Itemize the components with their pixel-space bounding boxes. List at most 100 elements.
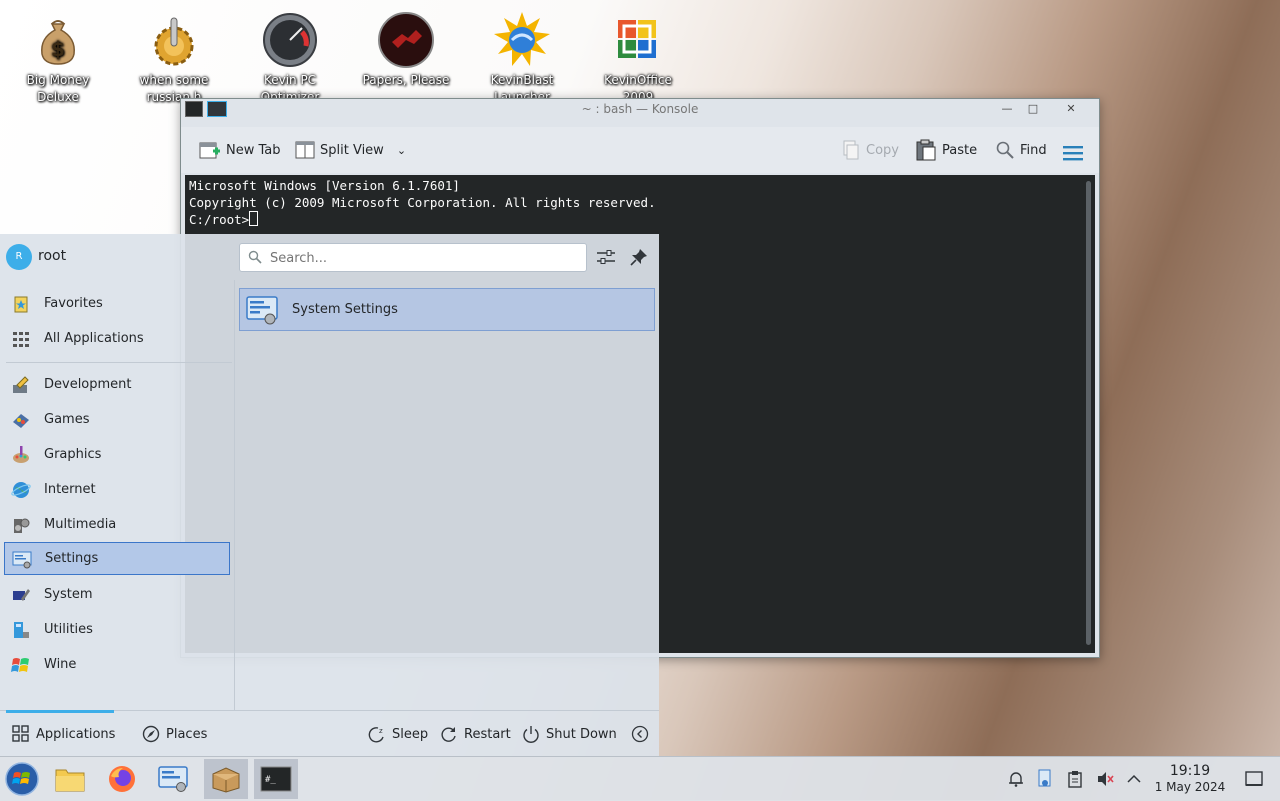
taskbar-system-settings[interactable] <box>152 759 196 799</box>
system-settings-icon <box>246 295 280 325</box>
paste-icon <box>916 139 936 161</box>
tab-places[interactable]: Places <box>142 725 207 743</box>
minimize-button[interactable]: — <box>993 100 1021 118</box>
active-tab-indicator <box>6 710 114 713</box>
sidebar-item-graphics[interactable]: Graphics <box>4 438 230 471</box>
internet-icon <box>10 479 32 501</box>
volume-muted-icon <box>1098 772 1114 786</box>
clock-time: 19:19 <box>1169 763 1211 779</box>
result-item-system-settings[interactable]: System Settings <box>239 288 655 331</box>
clipboard-icon <box>1068 771 1082 788</box>
desktop-icon-big-money[interactable]: $ Big Money Deluxe <box>8 8 108 106</box>
package-box-icon <box>212 767 240 793</box>
development-icon <box>10 374 32 396</box>
tray-expander[interactable] <box>1124 769 1144 789</box>
system-settings-icon <box>158 766 188 792</box>
taskbar-firefox[interactable] <box>100 759 144 799</box>
show-desktop-icon <box>1245 771 1263 786</box>
firefox-icon <box>109 766 135 792</box>
update-icon <box>1038 769 1051 787</box>
sidebar-item-games[interactable]: Games <box>4 403 230 436</box>
pin-icon[interactable] <box>630 248 648 266</box>
search-input[interactable] <box>268 248 572 268</box>
desktop-icon-russian[interactable]: when some russian h <box>124 8 224 106</box>
close-button[interactable]: ✕ <box>1057 100 1085 118</box>
settings-icon <box>11 548 33 570</box>
sleep-button[interactable]: z Sleep <box>368 725 428 743</box>
favorites-icon <box>10 293 32 315</box>
tray-volume[interactable] <box>1095 769 1115 789</box>
terminal-prompt-line: C:/root> <box>189 211 1091 228</box>
avatar[interactable]: R <box>6 244 32 270</box>
terminal-line: Microsoft Windows [Version 6.1.7601] <box>189 178 460 193</box>
hamburger-menu-icon <box>1063 146 1083 161</box>
desktop-icon-papers-please[interactable]: Papers, Please <box>356 8 456 89</box>
show-desktop-button[interactable] <box>1244 769 1264 789</box>
copy-button[interactable]: Copy <box>841 139 899 161</box>
konsole-toolbar: New Tab Split View ⌄ Copy Paste Find <box>181 127 1099 173</box>
hamburger-menu-button[interactable] <box>1063 142 1083 164</box>
speedometer-icon <box>262 12 318 68</box>
bell-icon <box>1009 772 1023 787</box>
more-session-options-button[interactable] <box>631 725 649 743</box>
tab-applications[interactable]: Applications <box>12 725 115 743</box>
konsole-titlebar[interactable]: ~ : bash — Konsole — □ ✕ <box>181 99 1099 119</box>
split-view-button[interactable]: Split View ⌄ <box>295 139 406 161</box>
restart-button[interactable]: Restart <box>440 725 511 743</box>
sidebar-item-multimedia[interactable]: Multimedia <box>4 508 230 541</box>
utilities-icon <box>10 619 32 641</box>
application-launcher: R root Favorites All Applications Develo… <box>0 234 659 756</box>
wine-icon <box>10 654 32 676</box>
terminal-line: Copyright (c) 2009 Microsoft Corporation… <box>189 195 656 210</box>
sidebar-item-internet[interactable]: Internet <box>4 473 230 506</box>
money-bag-icon: $ <box>30 12 86 68</box>
configure-sliders-icon[interactable] <box>596 248 616 266</box>
new-tab-button[interactable]: New Tab <box>199 139 281 161</box>
compass-icon <box>142 725 160 743</box>
terminal-scrollbar[interactable] <box>1086 181 1091 645</box>
chevron-down-icon[interactable]: ⌄ <box>397 144 406 157</box>
tray-update-notifier[interactable] <box>1035 769 1055 789</box>
shutdown-button[interactable]: Shut Down <box>522 725 617 743</box>
sidebar-item-settings[interactable]: Settings <box>4 542 230 575</box>
chevron-left-circle-icon <box>631 725 649 743</box>
desktop-icon-kevinoffice[interactable]: KevinOffice 2009 <box>588 8 688 106</box>
system-icon <box>10 584 32 606</box>
chevron-up-icon <box>1127 774 1141 783</box>
sidebar-divider <box>6 362 232 363</box>
sleep-icon: z <box>368 727 384 743</box>
find-button[interactable]: Find <box>995 139 1047 161</box>
folder-icon <box>55 769 85 792</box>
sidebar-item-utilities[interactable]: Utilities <box>4 613 230 646</box>
sidebar-item-wine[interactable]: Wine <box>4 648 230 681</box>
taskbar-konsole[interactable]: #_ <box>254 759 298 799</box>
office-logo-icon <box>610 12 666 68</box>
search-icon <box>248 250 262 264</box>
taskbar-package-manager[interactable] <box>204 759 248 799</box>
multimedia-icon <box>10 514 32 536</box>
digital-clock[interactable]: 19:19 1 May 2024 <box>1150 763 1230 795</box>
sidebar-item-favorites[interactable]: Favorites <box>4 287 230 320</box>
taskbar-file-manager[interactable] <box>48 759 92 799</box>
launcher-header: R root <box>0 234 659 280</box>
all-apps-icon <box>10 328 32 350</box>
copy-icon <box>843 140 859 160</box>
maximize-button[interactable]: □ <box>1019 100 1047 118</box>
search-icon <box>996 141 1014 159</box>
search-box[interactable] <box>239 243 587 272</box>
windows-orb-icon <box>5 762 39 796</box>
desktop-icon-kevinblast[interactable]: KevinBlast Launcher <box>472 8 572 106</box>
power-icon <box>523 726 539 743</box>
tray-clipboard[interactable] <box>1065 769 1085 789</box>
user-name: root <box>38 248 67 264</box>
sidebar-item-development[interactable]: Development <box>4 368 230 401</box>
paste-button[interactable]: Paste <box>915 139 977 161</box>
sidebar-item-all-applications[interactable]: All Applications <box>4 322 230 355</box>
tray-notifications[interactable] <box>1006 769 1026 789</box>
applications-grid-icon <box>12 725 29 742</box>
joystick-gear-icon <box>146 12 202 68</box>
graphics-icon <box>10 444 32 466</box>
split-view-icon <box>295 141 315 159</box>
sidebar-item-system[interactable]: System <box>4 578 230 611</box>
start-menu-button[interactable] <box>0 759 44 799</box>
